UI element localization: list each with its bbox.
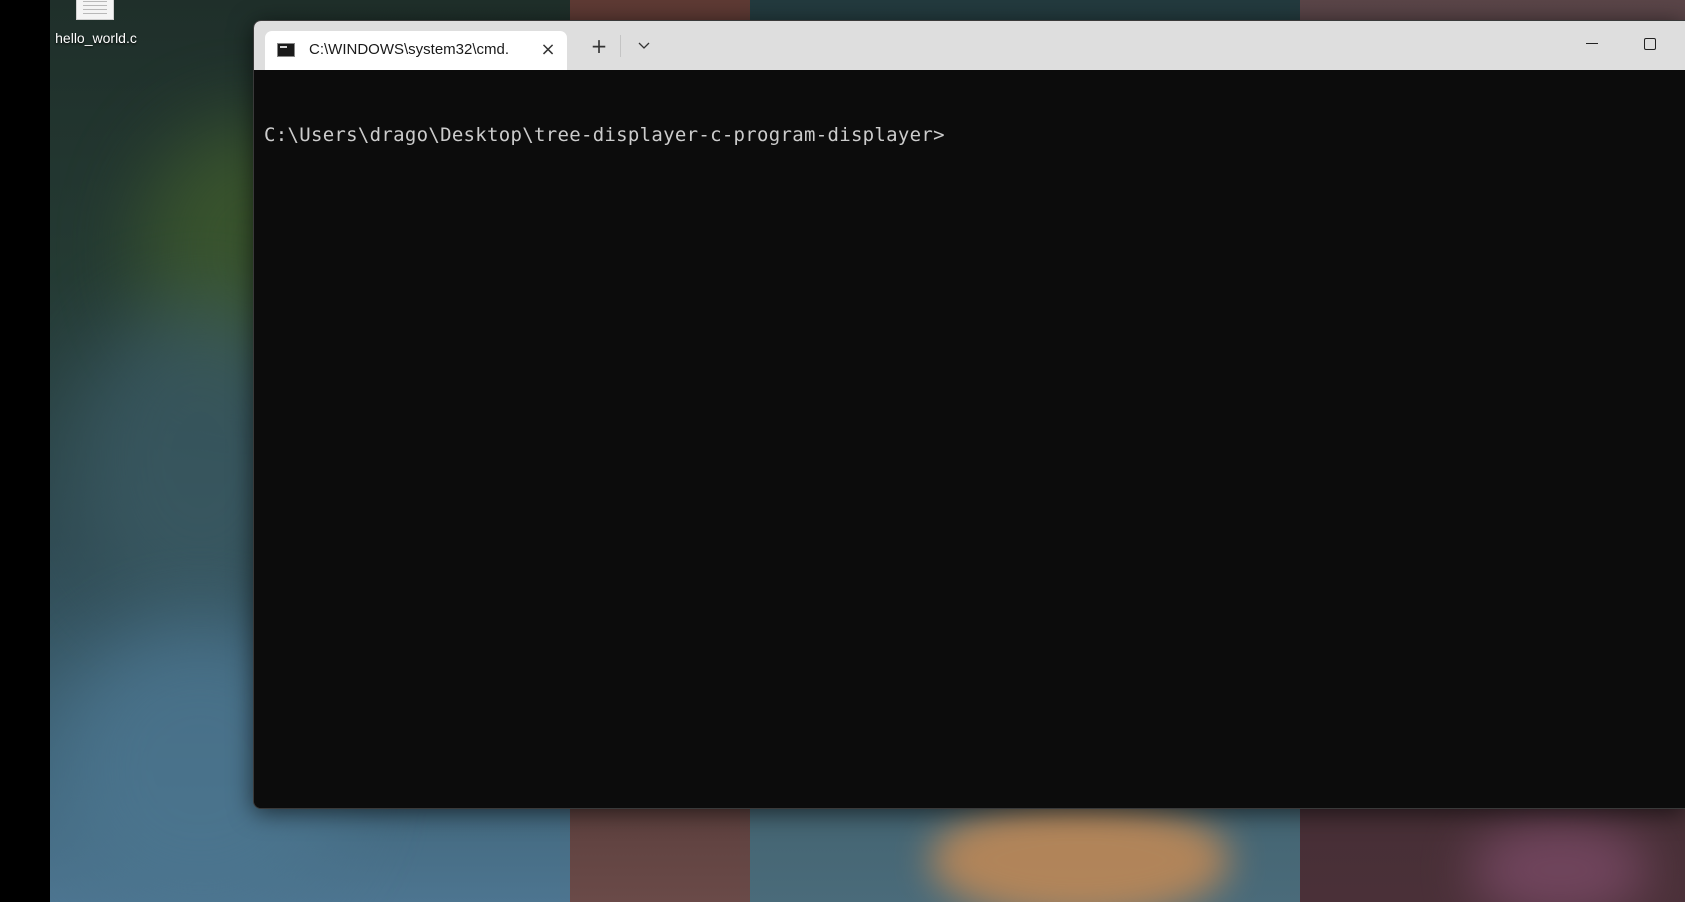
plus-icon[interactable]: + xyxy=(583,33,615,59)
close-icon[interactable]: × xyxy=(539,41,557,59)
cmd-icon xyxy=(277,43,295,57)
minimize-icon xyxy=(1586,43,1598,44)
terminal-window[interactable]: C:\WINDOWS\system32\cmd. × + C:\Users\dr… xyxy=(253,20,1685,809)
maximize-icon xyxy=(1644,37,1656,50)
minimize-button[interactable] xyxy=(1563,21,1621,65)
console-area[interactable]: C:\Users\drago\Desktop\tree-displayer-c-… xyxy=(254,70,1685,808)
tab-cmd[interactable]: C:\WINDOWS\system32\cmd. × xyxy=(265,31,567,71)
desktop-screen: hello_world.c C:\WINDOWS\system32\cmd. ×… xyxy=(0,0,1685,902)
left-black-strip xyxy=(0,0,50,902)
title-bar[interactable]: C:\WINDOWS\system32\cmd. × + xyxy=(254,21,1685,71)
toolbar-divider xyxy=(620,35,621,57)
chevron-down-icon[interactable] xyxy=(628,33,660,59)
tab-title: C:\WINDOWS\system32\cmd. xyxy=(309,41,510,58)
command-prompt: C:\Users\drago\Desktop\tree-displayer-c-… xyxy=(264,124,945,146)
c-source-file-icon xyxy=(76,0,114,20)
desktop-icon-hello-world[interactable]: hello_world.c xyxy=(50,0,142,50)
desktop-icon-label: hello_world.c xyxy=(55,30,137,46)
maximize-button[interactable] xyxy=(1621,21,1679,65)
